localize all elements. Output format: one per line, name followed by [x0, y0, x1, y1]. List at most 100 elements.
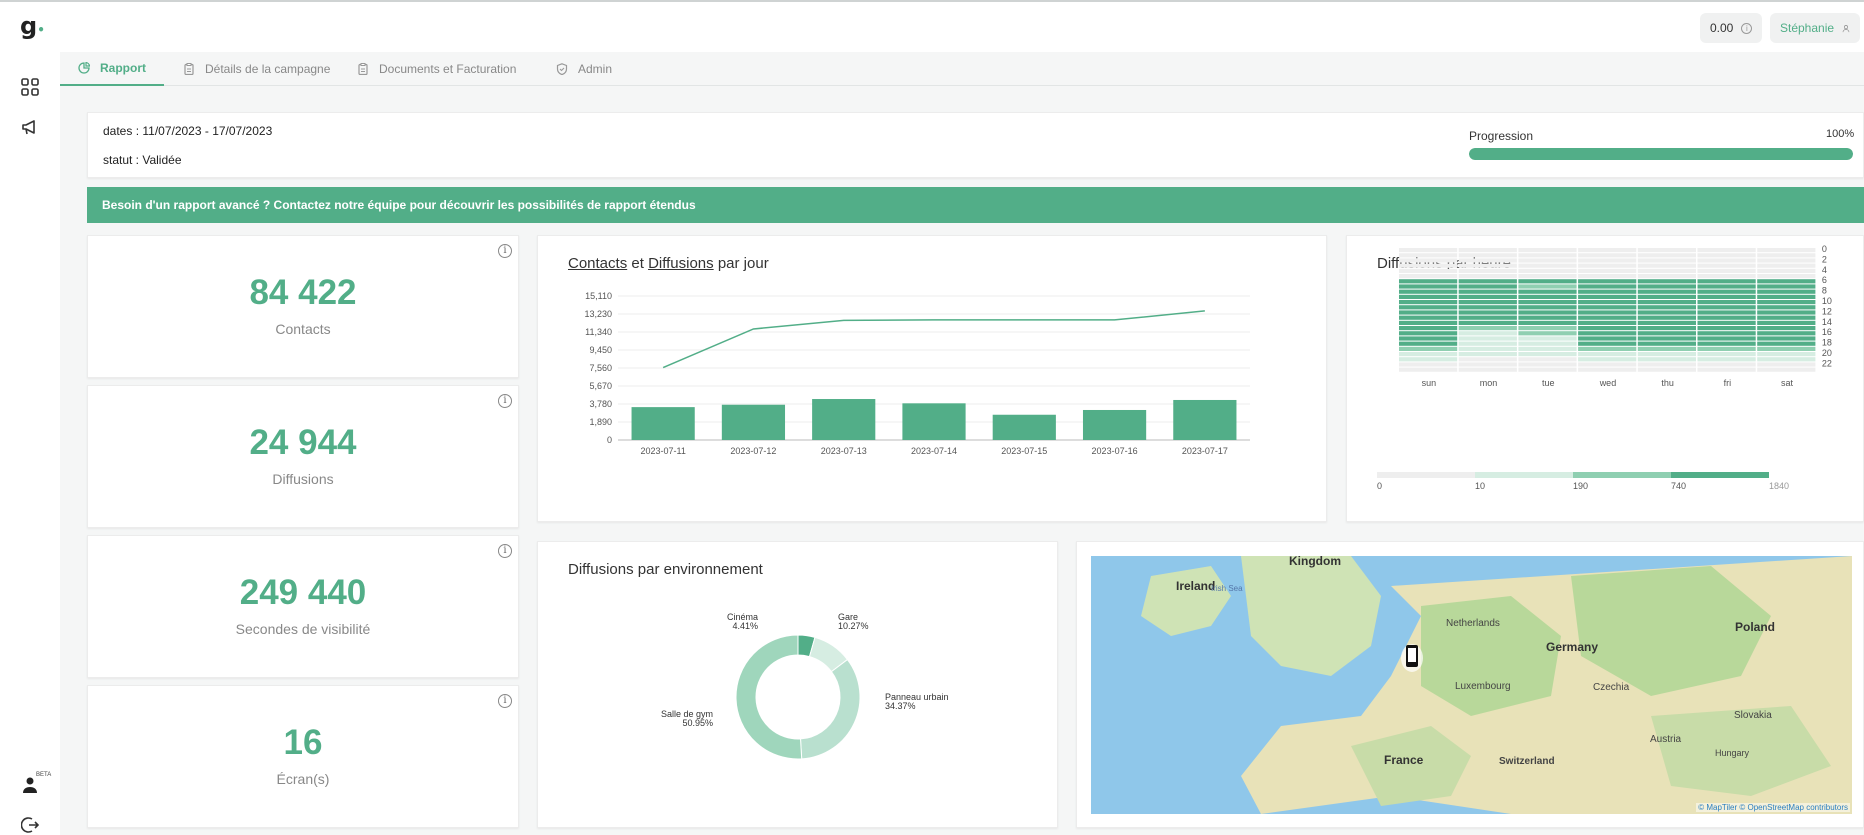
- map[interactable]: Kingdom Ireland Irish Sea Netherlands Ge…: [1091, 556, 1852, 814]
- heatmap-cell: [1458, 268, 1517, 273]
- app-logo[interactable]: g•: [20, 12, 45, 40]
- tab-details-campagne[interactable]: Détails de la campagne: [165, 52, 348, 86]
- info-icon[interactable]: i: [498, 394, 512, 408]
- bar: [631, 407, 695, 440]
- dashboard-icon[interactable]: [21, 78, 39, 96]
- tab-documents-facturation[interactable]: Documents et Facturation: [339, 52, 534, 86]
- stat-card-contacts: i 84 422 Contacts: [87, 235, 519, 378]
- pie-chart-icon: [78, 62, 90, 74]
- tab-admin[interactable]: Admin: [538, 52, 630, 86]
- heatmap-cell: [1757, 341, 1816, 346]
- heatmap-cell: [1458, 284, 1517, 289]
- progression-fill: [1469, 148, 1853, 160]
- environment-donut: Cinéma4.41%Gare10.27%Panneau urbain34.37…: [661, 612, 949, 760]
- heatmap-cell: [1578, 300, 1637, 305]
- heatmap-cell: [1697, 357, 1756, 362]
- heatmap-cell: [1458, 253, 1517, 258]
- phone-marker-icon[interactable]: [1405, 644, 1419, 668]
- heatmap-cell: [1578, 367, 1637, 372]
- heatmap-cell: [1518, 274, 1577, 279]
- heatmap-cell: [1697, 320, 1756, 325]
- heatmap-cell: [1458, 258, 1517, 263]
- user-beta-icon[interactable]: [21, 776, 39, 794]
- map-label: Poland: [1735, 620, 1776, 634]
- progression-bar: [1469, 148, 1853, 160]
- heatmap-cell: [1578, 284, 1637, 289]
- stat-label: Contacts: [275, 321, 331, 337]
- y-tick-label: 5,670: [589, 381, 612, 391]
- heatmap-cell: [1518, 258, 1577, 263]
- heatmap-cell: [1458, 352, 1517, 357]
- x-tick-label: 2023-07-15: [1001, 446, 1047, 456]
- logout-icon[interactable]: [21, 816, 39, 834]
- campaign-info-card: dates : 11/07/2023 - 17/07/2023 statut :…: [87, 112, 1864, 178]
- heatmap-cell: [1757, 310, 1816, 315]
- credits-badge[interactable]: 0.00 i: [1700, 13, 1763, 43]
- map-label: France: [1384, 753, 1424, 767]
- map-label: Switzerland: [1499, 756, 1555, 767]
- top-bar: g• 0.00 i Stéphanie: [0, 2, 1864, 52]
- heatmap-cell: [1399, 258, 1458, 263]
- heatmap-cell: [1518, 362, 1577, 367]
- shield-icon: [556, 63, 568, 75]
- heatmap-cell: [1757, 352, 1816, 357]
- x-tick-label: wed: [1599, 378, 1617, 388]
- heatmap-cell: [1637, 320, 1696, 325]
- donut-slice: [735, 634, 803, 760]
- heatmap-cell: [1637, 289, 1696, 294]
- heatmap-cell: [1637, 300, 1696, 305]
- heatmap-cell: [1458, 357, 1517, 362]
- y-tick-label: 0: [607, 435, 612, 445]
- heatmap-cell: [1637, 310, 1696, 315]
- heatmap-cell: [1518, 315, 1577, 320]
- heatmap-cell: [1458, 320, 1517, 325]
- megaphone-icon[interactable]: [21, 118, 39, 136]
- heatmap-cell: [1518, 320, 1577, 325]
- y-tick-label: 9,450: [589, 345, 612, 355]
- heatmap-cell: [1757, 362, 1816, 367]
- heatmap-cell: [1578, 294, 1637, 299]
- map-attribution[interactable]: © MapTiler © OpenStreetMap contributors: [1696, 803, 1850, 812]
- heatmap-cell: [1578, 336, 1637, 341]
- x-tick-label: sat: [1781, 378, 1794, 388]
- info-icon[interactable]: i: [498, 544, 512, 558]
- x-tick-label: 2023-07-11: [640, 446, 685, 456]
- info-icon[interactable]: i: [498, 244, 512, 258]
- heatmap-cell: [1757, 268, 1816, 273]
- heatmap-cell: [1637, 305, 1696, 310]
- map-label: Slovakia: [1734, 710, 1772, 721]
- bar: [1173, 399, 1237, 440]
- heatmap-cell: [1399, 336, 1458, 341]
- user-menu-button[interactable]: Stéphanie: [1770, 13, 1860, 43]
- credits-value: 0.00: [1710, 21, 1734, 35]
- heatmap-cell: [1518, 300, 1577, 305]
- heatmap-cell: [1697, 315, 1756, 320]
- x-tick-label: 2023-07-14: [911, 446, 957, 456]
- heatmap-cell: [1518, 336, 1577, 341]
- y-tick-label: 2: [1822, 254, 1827, 264]
- heatmap-cell: [1518, 357, 1577, 362]
- heatmap-cell: [1399, 289, 1458, 294]
- heatmap-cell: [1518, 289, 1577, 294]
- heatmap-cell: [1518, 294, 1577, 299]
- y-tick-label: 1,890: [589, 417, 612, 427]
- heatmap-cell: [1578, 346, 1637, 351]
- heatmap-cell: [1637, 248, 1696, 253]
- x-tick-label: tue: [1542, 378, 1555, 388]
- heatmap-cell: [1578, 326, 1637, 331]
- info-icon[interactable]: i: [498, 694, 512, 708]
- x-tick-label: mon: [1480, 378, 1498, 388]
- legend-tick: 1840: [1769, 481, 1789, 491]
- heatmap-cell: [1637, 263, 1696, 268]
- heatmap-cell: [1757, 315, 1816, 320]
- heatmap-cell: [1399, 248, 1458, 253]
- y-tick-label: 14: [1822, 317, 1832, 327]
- heatmap-cell: [1637, 352, 1696, 357]
- heatmap-cell: [1697, 258, 1756, 263]
- campaign-dates: dates : 11/07/2023 - 17/07/2023: [103, 124, 273, 138]
- heatmap-cell: [1458, 248, 1517, 253]
- tab-rapport[interactable]: Rapport: [60, 52, 164, 86]
- daily-chart-card: Contacts et Diffusions par jour 0 1,890 3,…: [537, 235, 1327, 522]
- heatmap-cell: [1637, 258, 1696, 263]
- heatmap-cell: [1458, 289, 1517, 294]
